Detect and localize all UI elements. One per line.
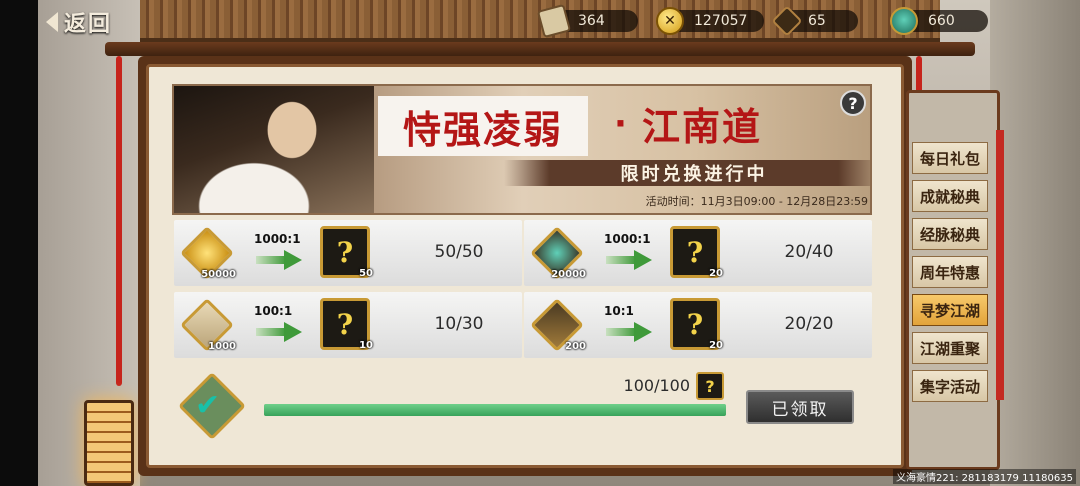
exchange-card[interactable]: 200 10:1 ? 20 20/20 [524,292,872,358]
arrow-right-icon [256,322,304,342]
exchange-ratio: 1000:1 [254,232,301,246]
result-count: 10 [359,340,373,351]
result-count: 20 [709,268,723,279]
resource-scroll: 364 [536,3,638,39]
source-item: 50000 [180,226,236,280]
help-button[interactable]: ? [840,90,866,116]
event-subtitle: 江南道 [642,104,763,149]
ribbon-text: 限时兑换进行中 [620,164,768,185]
exchange-ratio: 10:1 [604,304,634,318]
exchange-progress: 20/20 [784,314,834,334]
total-progress-text: 100/100 [623,376,690,395]
exchange-ratio: 100:1 [254,304,293,318]
arrow-right-icon [606,250,654,270]
server-id-text: 义海豪情221: 281183179 11180635 [893,469,1076,484]
resource-gold: ✕ 127057 [656,7,764,35]
exchange-ratio: 1000:1 [604,232,651,246]
tab-5[interactable]: 寻梦江湖 [912,294,988,326]
source-item: 200 [530,298,586,352]
claimed-button[interactable]: 已领取 [746,390,854,424]
exchange-progress: 10/30 [434,314,484,334]
status-ribbon: 限时兑换进行中 [504,160,870,186]
source-count: 1000 [208,341,236,352]
event-title: 恃强凌弱 [402,106,563,152]
resource-jade: 660 [890,7,988,35]
tab-3[interactable]: 经脉秘典 [912,218,988,250]
source-count: 200 [565,341,586,352]
exchange-card[interactable]: 50000 1000:1 ? 50 50/50 [174,220,522,286]
back-label: 返回 [64,12,113,37]
mini-mystery-box-icon: ? [696,372,724,400]
tab-4[interactable]: 周年特惠 [912,256,988,288]
total-progress-bar [264,404,726,416]
source-count: 20000 [551,269,586,280]
checkmark-icon: ✔ [195,388,221,423]
arrow-right-icon [256,250,304,270]
back-button[interactable]: 返回 [46,6,112,38]
total-progress-fill [264,404,726,416]
exchange-progress: 50/50 [434,242,484,262]
jade-icon [890,7,918,35]
event-time: 活动时间：11月3日09:00 - 12月28日23:59 [645,195,868,208]
mystery-box-icon: ? 20 [670,298,723,351]
title-separator: · [614,104,627,144]
mystery-box-icon: ? 20 [670,226,723,279]
mystery-box-icon: ? 10 [320,298,373,351]
source-item: 1000 [180,298,236,352]
mystery-mark: ? [686,235,704,269]
result-count: 20 [709,340,723,351]
mystery-mark: ? [336,235,354,269]
arrow-right-icon [606,322,654,342]
side-red-strip [996,130,1004,400]
scroll-icon [536,3,572,39]
exchange-card[interactable]: 20000 1000:1 ? 20 20/40 [524,220,872,286]
exchange-card[interactable]: 1000 100:1 ? 10 10/30 [174,292,522,358]
gold-coin-icon: ✕ [656,7,684,35]
exchange-progress: 20/40 [784,242,834,262]
back-arrow-icon [46,12,58,32]
tab-7[interactable]: 集字活动 [912,370,988,402]
source-count: 50000 [201,269,236,280]
tab-6[interactable]: 江湖重聚 [912,332,988,364]
title-box: 恃强凌弱 [378,96,588,156]
mystery-mark: ? [686,307,704,341]
tab-2[interactable]: 成就秘典 [912,180,988,212]
hero-portrait [174,86,374,213]
mystery-box-icon: ? 50 [320,226,373,279]
lantern-icon [84,400,134,486]
event-banner: 恃强凌弱 · 江南道 限时兑换进行中 活动时间：11月3日09:00 - 12月… [172,84,872,215]
roof-eave [105,42,975,56]
result-count: 50 [359,268,373,279]
red-rope-left [116,56,122,386]
tab-1[interactable]: 每日礼包 [912,142,988,174]
mystery-mark: ? [336,307,354,341]
source-item: 20000 [530,226,586,280]
resource-token: 65 [771,5,858,37]
